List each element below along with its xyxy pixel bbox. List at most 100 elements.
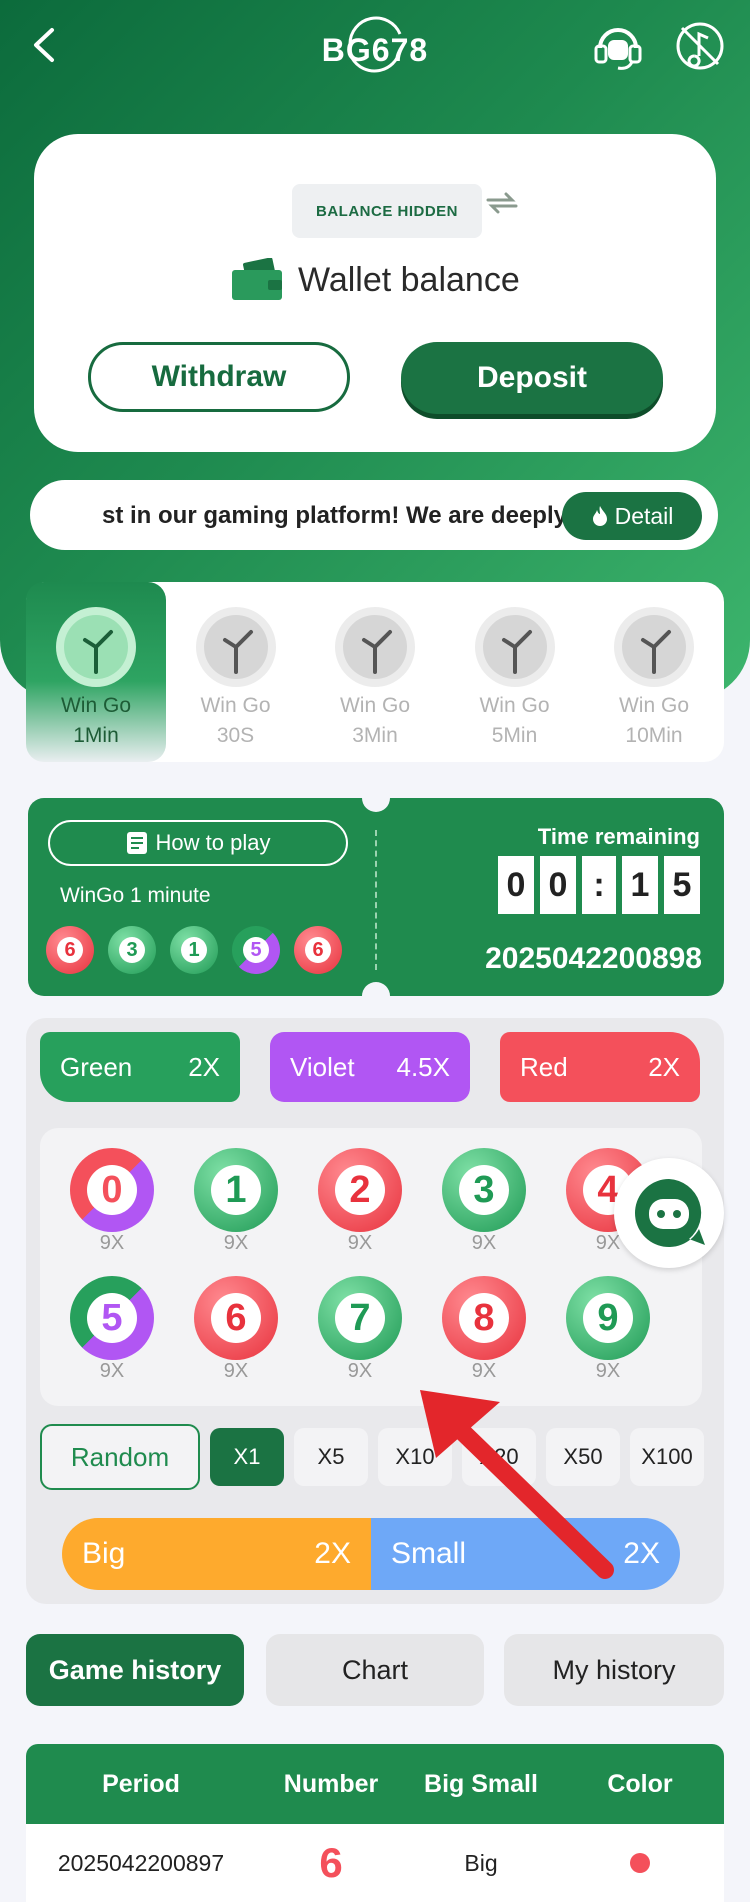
how-to-play-button[interactable]: How to play <box>48 820 348 866</box>
tab-my-history[interactable]: My history <box>504 1634 724 1706</box>
ball-graphic: 6 <box>194 1276 278 1360</box>
clock-icon <box>195 607 276 687</box>
refresh-icon[interactable] <box>482 186 522 220</box>
back-icon[interactable] <box>26 24 62 66</box>
result-ball: 3 <box>108 926 156 974</box>
ball-graphic: 1 <box>194 1148 278 1232</box>
result-ball: 5 <box>232 926 280 974</box>
ball-graphic: 2 <box>318 1148 402 1232</box>
tab-chart[interactable]: Chart <box>266 1634 484 1706</box>
chat-support-button[interactable] <box>614 1158 724 1268</box>
history-table-header: Period Number Big Small Color <box>26 1744 724 1824</box>
number-ball-7[interactable]: 7 9X <box>298 1268 422 1392</box>
time-remaining-label: Time remaining <box>537 824 700 849</box>
number-ball-9[interactable]: 9 9X <box>546 1268 670 1392</box>
column-color: Color <box>607 1769 673 1798</box>
tab-wingo-3[interactable]: Win Go 5Min <box>445 582 585 762</box>
chat-bot-icon <box>635 1179 705 1247</box>
ball-number: 6 <box>211 1293 261 1343</box>
tab-wingo-1[interactable]: Win Go 30S <box>166 582 306 762</box>
game-mode-tabs: Win Go 1Min Win Go 30S Win Go 3Min Win Go 5Min W… <box>26 582 724 762</box>
ball-number: 5 <box>87 1293 137 1343</box>
result-number: 6 <box>57 937 83 963</box>
tab-game-history[interactable]: Game history <box>26 1634 244 1706</box>
wallet-balance-row: Wallet balance <box>230 252 520 308</box>
clock-icon <box>614 607 694 687</box>
document-icon <box>126 832 147 854</box>
table-row: 2025042200897 6 Big <box>26 1824 724 1902</box>
multiplier-x5[interactable]: X5 <box>294 1428 368 1486</box>
deposit-button[interactable]: Deposit <box>401 342 663 414</box>
tab-label-line2: 30S <box>216 724 255 747</box>
round-info-panel: How to play WinGo 1 minute 63156 Time re… <box>28 784 724 1010</box>
ticket-divider <box>375 830 377 970</box>
wallet-balance-label: Wallet balance <box>298 260 520 299</box>
timer-digit: 0 <box>498 856 534 914</box>
clock-icon <box>335 607 415 687</box>
row-period: 2025042200897 <box>57 1849 225 1876</box>
countdown-timer: 00:15 <box>498 856 700 914</box>
ball-number: 0 <box>87 1165 137 1215</box>
flame-icon <box>592 506 607 526</box>
bet-violet-button[interactable]: Violet 4.5X <box>270 1032 470 1102</box>
column-big-small: Big Small <box>424 1769 538 1798</box>
result-number: 3 <box>119 937 145 963</box>
row-big-small: Big <box>464 1849 498 1876</box>
tab-label-line2: 5Min <box>491 724 538 747</box>
ball-multiplier: 9X <box>223 1232 249 1254</box>
ball-multiplier: 9X <box>99 1232 125 1254</box>
number-ball-5[interactable]: 5 9X <box>50 1268 174 1392</box>
number-ball-3[interactable]: 3 9X <box>422 1140 546 1264</box>
notice-text: st in our gaming platform! We are deeply <box>102 502 567 529</box>
ball-graphic: 9 <box>566 1276 650 1360</box>
ball-multiplier: 9X <box>347 1232 373 1254</box>
recent-results: 6 3 1 5 6 <box>46 926 342 974</box>
ball-graphic: 8 <box>442 1276 526 1360</box>
ball-number: 9 <box>583 1293 633 1343</box>
ball-multiplier: 9X <box>471 1232 497 1254</box>
ball-number: 7 <box>335 1293 385 1343</box>
row-number: 6 <box>319 1839 343 1886</box>
notice-bar: st in our gaming platform! We are deeply… <box>30 480 718 550</box>
bet-red-button[interactable]: Red 2X <box>500 1032 700 1102</box>
tab-label-line1: Win Go <box>60 694 131 717</box>
ball-graphic: 3 <box>442 1148 526 1232</box>
balance-hidden-badge[interactable]: BALANCE HIDDEN <box>292 184 482 238</box>
customer-service-icon[interactable] <box>592 20 644 72</box>
tab-wingo-0[interactable]: Win Go 1Min <box>26 582 166 762</box>
ball-graphic: 7 <box>318 1276 402 1360</box>
number-ball-8[interactable]: 8 9X <box>422 1268 546 1392</box>
column-number: Number <box>283 1769 379 1798</box>
ball-number: 8 <box>459 1293 509 1343</box>
result-ball: 6 <box>46 926 94 974</box>
tab-wingo-4[interactable]: Win Go 10Min <box>584 582 724 762</box>
timer-digit: 1 <box>622 856 658 914</box>
bet-green-button[interactable]: Green 2X <box>40 1032 240 1102</box>
timer-digit: 0 <box>540 856 576 914</box>
result-number: 1 <box>181 937 207 963</box>
sound-off-icon[interactable] <box>672 18 728 74</box>
number-ball-1[interactable]: 1 9X <box>174 1140 298 1264</box>
multiplier-x100[interactable]: X100 <box>630 1428 704 1486</box>
tab-wingo-2[interactable]: Win Go 3Min <box>305 582 445 762</box>
number-ball-6[interactable]: 6 9X <box>174 1268 298 1392</box>
ball-number: 3 <box>459 1165 509 1215</box>
color-dot <box>630 1853 650 1873</box>
timer-separator: : <box>582 856 616 914</box>
multiplier-x1[interactable]: X1 <box>210 1428 284 1486</box>
timer-digit: 5 <box>664 856 700 914</box>
detail-button[interactable]: Detail <box>562 492 702 540</box>
number-ball-2[interactable]: 2 9X <box>298 1140 422 1264</box>
column-period: Period <box>102 1769 180 1798</box>
tab-label-line2: 10Min <box>625 724 683 747</box>
tab-label-line1: Win Go <box>200 694 271 717</box>
tab-label-line1: Win Go <box>618 694 689 717</box>
number-ball-0[interactable]: 0 9X <box>50 1140 174 1264</box>
withdraw-button[interactable]: Withdraw <box>88 342 350 412</box>
clock-icon <box>474 607 555 687</box>
random-button[interactable]: Random <box>40 1424 200 1490</box>
result-ball: 6 <box>294 926 342 974</box>
tab-label-line1: Win Go <box>479 694 550 717</box>
bet-big-button[interactable]: Big 2X <box>62 1518 371 1590</box>
history-tabs: Game history Chart My history <box>26 1634 724 1706</box>
